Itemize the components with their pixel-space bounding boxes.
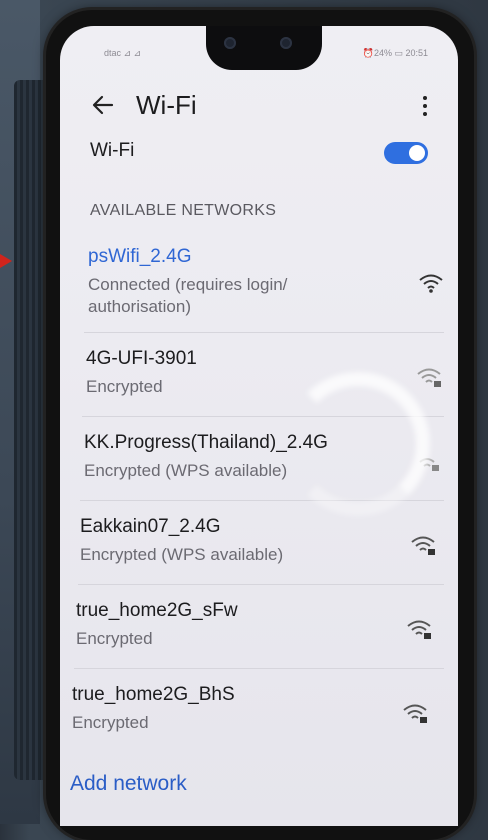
more-options-icon[interactable] (422, 96, 428, 118)
add-network-button[interactable]: Add network (70, 772, 187, 796)
status-bar-battery-time: ⏰24% ▭ 20:51 (362, 48, 428, 58)
network-item-pswifi[interactable]: psWifi_2.4G Connected (requires login/ a… (88, 246, 443, 318)
light-reflection (286, 372, 430, 516)
wifi-lock-icon (403, 704, 427, 723)
wifi-toggle-switch[interactable] (384, 142, 428, 164)
network-name: true_home2G_sFw (76, 600, 238, 621)
network-status: Encrypted (72, 713, 149, 732)
wifi-lock-icon (411, 536, 435, 555)
divider (84, 332, 444, 333)
network-status: Encrypted (76, 629, 153, 648)
network-name: true_home2G_BhS (72, 684, 235, 705)
app-bar: Wi-Fi (60, 82, 458, 132)
divider (78, 584, 444, 585)
network-item-true-home-sfw[interactable]: true_home2G_sFw Encrypted (76, 600, 431, 650)
camera-notch (206, 26, 322, 70)
network-status: Connected (requires login/ authorisation… (88, 275, 288, 316)
network-item-eakkain07[interactable]: Eakkain07_2.4G Encrypted (WPS available) (80, 516, 435, 566)
divider (74, 668, 444, 669)
network-name: psWifi_2.4G (88, 246, 192, 267)
network-status: Encrypted (WPS available) (80, 545, 284, 564)
page-title: Wi-Fi (136, 90, 197, 120)
section-heading: AVAILABLE NETWORKS (90, 202, 277, 219)
red-arrow-marker (0, 254, 12, 268)
network-name: 4G-UFI-3901 (86, 348, 197, 369)
wifi-lock-icon (417, 368, 441, 387)
camera-icon (280, 37, 292, 49)
camera-icon (224, 37, 236, 49)
back-arrow-icon[interactable] (90, 92, 116, 118)
wifi-lock-icon (407, 620, 431, 639)
network-item-true-home-bhs[interactable]: true_home2G_BhS Encrypted (72, 684, 427, 734)
wifi-toggle-row[interactable]: Wi-Fi (60, 134, 458, 170)
network-name: Eakkain07_2.4G (80, 516, 221, 537)
wifi-signal-icon (419, 274, 443, 293)
wifi-toggle-label: Wi-Fi (90, 140, 135, 161)
status-bar-carrier: dtac ⊿ ⊿ (104, 48, 142, 58)
phone-screen: dtac ⊿ ⊿ ⏰24% ▭ 20:51 Wi-Fi Wi-Fi AVAILA… (60, 26, 458, 826)
